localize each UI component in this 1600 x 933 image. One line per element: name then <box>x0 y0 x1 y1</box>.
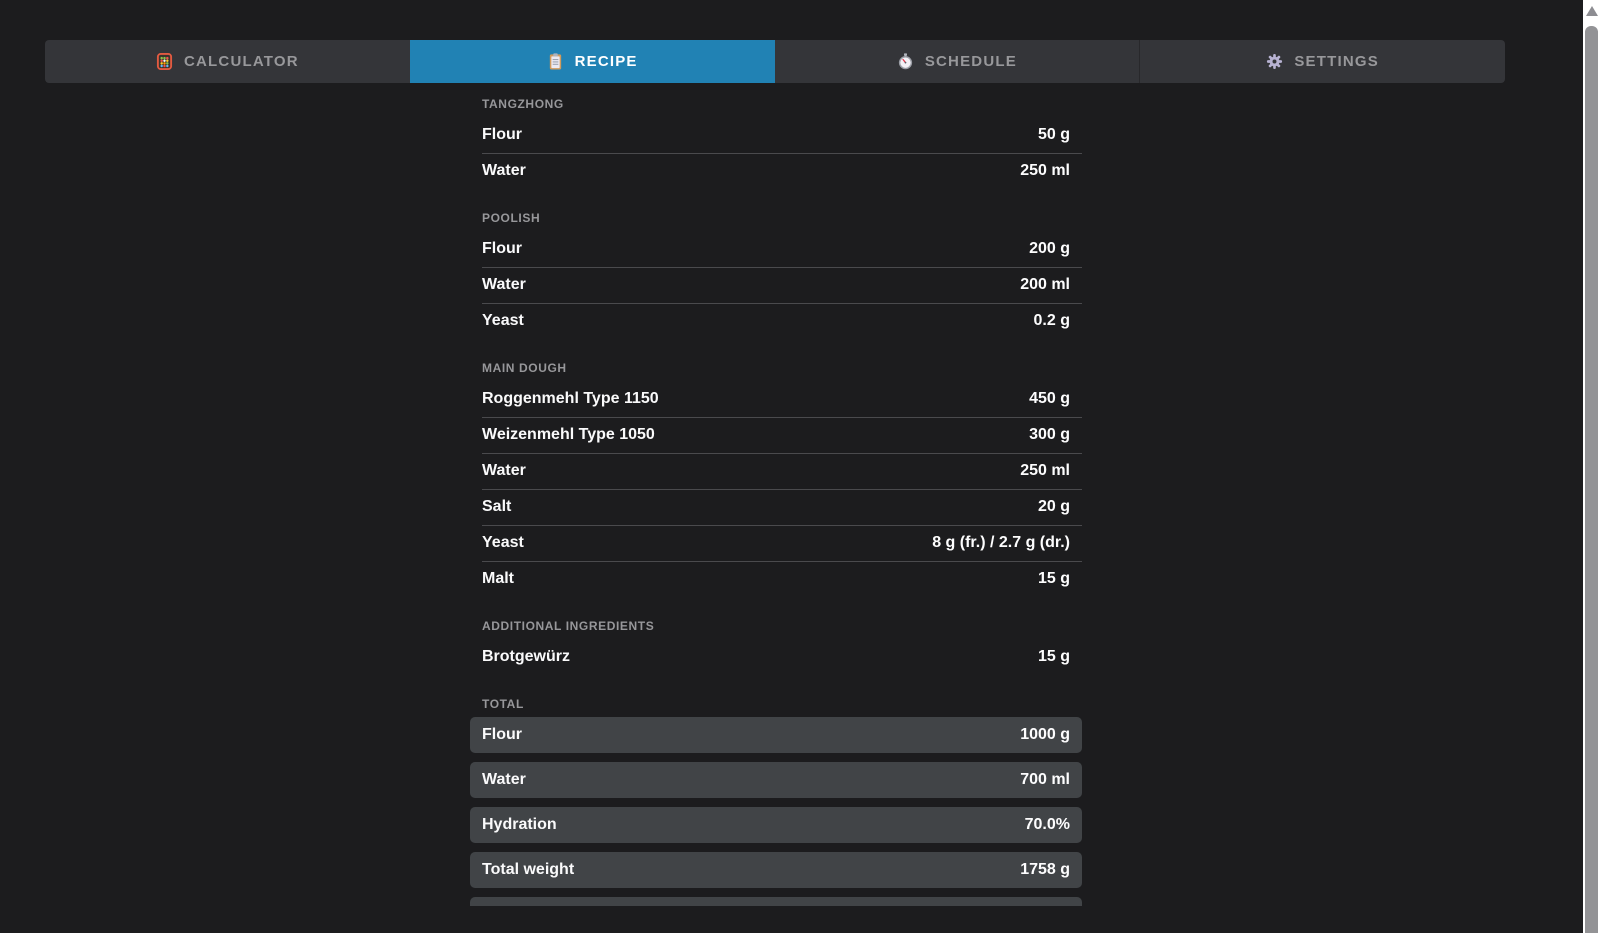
ingredient-label: Flour <box>482 240 522 258</box>
ingredient-value: 200 ml <box>1020 276 1070 294</box>
tab-label: SETTINGS <box>1294 53 1379 70</box>
section-rows: Brotgewürz 15 g <box>470 639 1082 675</box>
recipe-section: POOLISH Flour 200 g Water 200 ml Yeast 0… <box>470 211 1082 339</box>
ingredient-row: Brotgewürz 15 g <box>470 639 1082 675</box>
section-rows: Roggenmehl Type 1150 450 g Weizenmehl Ty… <box>470 381 1082 597</box>
ingredient-label: Yeast <box>482 312 524 330</box>
total-label: Water <box>482 771 526 789</box>
total-label: Flour <box>482 726 522 744</box>
tab-recipe[interactable]: RECIPE <box>410 40 775 83</box>
recipe-sections: TANGZHONG Flour 50 g Water 250 ml POOLIS… <box>470 97 1082 675</box>
gear-icon <box>1266 53 1283 70</box>
tab-bar: CALCULATOR RECIPE SCHEDULE SETTINGS <box>45 40 1505 83</box>
tab-label: RECIPE <box>575 53 638 70</box>
total-row: Hydration 70.0% <box>470 807 1082 843</box>
scrollbar-thumb[interactable] <box>1585 26 1598 933</box>
total-value: 70.0% <box>1025 816 1070 834</box>
ingredient-row: Water 250 ml <box>470 153 1082 189</box>
ingredient-label: Salt <box>482 498 511 516</box>
ingredient-row: Salt 20 g <box>470 489 1082 525</box>
ingredient-row: Yeast 8 g (fr.) / 2.7 g (dr.) <box>470 525 1082 561</box>
clipboard-icon <box>547 53 564 70</box>
ingredient-value: 0.2 g <box>1034 312 1070 330</box>
section-title: TANGZHONG <box>470 97 1082 111</box>
section-title: ADDITIONAL INGREDIENTS <box>470 619 1082 633</box>
section-rows: Flour 50 g Water 250 ml <box>470 117 1082 189</box>
ingredient-label: Water <box>482 462 526 480</box>
stopwatch-icon <box>897 53 914 70</box>
ingredient-label: Water <box>482 276 526 294</box>
section-rows: Flour 200 g Water 200 ml Yeast 0.2 g <box>470 231 1082 339</box>
ingredient-row: Water 200 ml <box>470 267 1082 303</box>
total-row: Flour 1000 g <box>470 717 1082 753</box>
ingredient-row: Flour 200 g <box>470 231 1082 267</box>
ingredient-value: 15 g <box>1038 648 1070 666</box>
ingredient-value: 50 g <box>1038 126 1070 144</box>
scroll-up-icon[interactable] <box>1586 6 1598 16</box>
total-section: TOTAL Flour 1000 g Water 700 ml Hydratio… <box>470 697 1082 906</box>
ingredient-row: Weizenmehl Type 1050 300 g <box>470 417 1082 453</box>
tab-settings[interactable]: SETTINGS <box>1139 40 1505 83</box>
ingredient-label: Malt <box>482 570 514 588</box>
ingredient-label: Flour <box>482 126 522 144</box>
ingredient-label: Yeast <box>482 534 524 552</box>
total-value: 1758 g <box>1020 861 1070 879</box>
total-label: Hydration <box>482 816 557 834</box>
ingredient-value: 200 g <box>1029 240 1070 258</box>
total-row-partial <box>470 897 1082 906</box>
total-row: Total weight 1758 g <box>470 852 1082 888</box>
tab-label: CALCULATOR <box>184 53 299 70</box>
ingredient-row: Water 250 ml <box>470 453 1082 489</box>
ingredient-value: 250 ml <box>1020 462 1070 480</box>
section-title: TOTAL <box>470 697 1082 711</box>
ingredient-value: 8 g (fr.) / 2.7 g (dr.) <box>932 534 1070 552</box>
total-value: 1000 g <box>1020 726 1070 744</box>
total-row: Water 700 ml <box>470 762 1082 798</box>
scrollbar[interactable] <box>1583 0 1600 933</box>
ingredient-value: 450 g <box>1029 390 1070 408</box>
ingredient-row: Roggenmehl Type 1150 450 g <box>470 381 1082 417</box>
ingredient-value: 15 g <box>1038 570 1070 588</box>
total-value: 700 ml <box>1020 771 1070 789</box>
tab-label: SCHEDULE <box>925 53 1017 70</box>
ingredient-value: 300 g <box>1029 426 1070 444</box>
total-label: Total weight <box>482 861 574 879</box>
ingredient-value: 250 ml <box>1020 162 1070 180</box>
ingredient-row: Malt 15 g <box>470 561 1082 597</box>
ingredient-row: Flour 50 g <box>470 117 1082 153</box>
total-rows: Flour 1000 g Water 700 ml Hydration 70.0… <box>470 717 1082 906</box>
tab-schedule[interactable]: SCHEDULE <box>775 40 1140 83</box>
ingredient-value: 20 g <box>1038 498 1070 516</box>
recipe-section: ADDITIONAL INGREDIENTS Brotgewürz 15 g <box>470 619 1082 675</box>
ingredient-label: Weizenmehl Type 1050 <box>482 426 655 444</box>
section-title: POOLISH <box>470 211 1082 225</box>
ingredient-label: Brotgewürz <box>482 648 570 666</box>
ingredient-row: Yeast 0.2 g <box>470 303 1082 339</box>
section-title: MAIN DOUGH <box>470 361 1082 375</box>
ingredient-label: Water <box>482 162 526 180</box>
recipe-content: TANGZHONG Flour 50 g Water 250 ml POOLIS… <box>470 97 1082 928</box>
recipe-section: TANGZHONG Flour 50 g Water 250 ml <box>470 97 1082 189</box>
recipe-section: MAIN DOUGH Roggenmehl Type 1150 450 g We… <box>470 361 1082 597</box>
abacus-icon <box>156 53 173 70</box>
tab-calculator[interactable]: CALCULATOR <box>45 40 410 83</box>
ingredient-label: Roggenmehl Type 1150 <box>482 390 659 408</box>
